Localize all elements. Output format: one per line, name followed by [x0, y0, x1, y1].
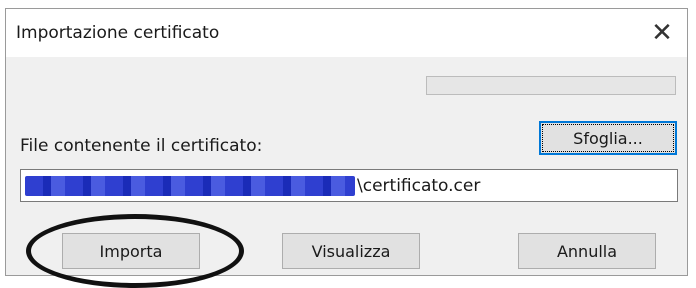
view-button[interactable]: Visualizza	[282, 233, 420, 269]
view-button-label: Visualizza	[311, 241, 391, 261]
title-bar: Importazione certificato ✕	[6, 9, 687, 57]
certificate-path-input[interactable]: \certificato.cer	[20, 169, 678, 202]
redacted-path-segment	[25, 175, 355, 196]
import-button-label: Importa	[99, 241, 163, 261]
dialog-title: Importazione certificato	[16, 23, 220, 43]
browse-button-label: Sfoglia...	[573, 128, 643, 148]
close-button[interactable]: ✕	[641, 13, 683, 53]
cancel-button-label: Annulla	[556, 241, 618, 261]
progress-bar	[426, 76, 676, 95]
import-button[interactable]: Importa	[62, 233, 200, 269]
cancel-button[interactable]: Annulla	[518, 233, 656, 269]
file-label: File contenente il certificato:	[20, 136, 263, 156]
path-text: \certificato.cer	[357, 175, 481, 196]
close-icon: ✕	[651, 18, 673, 48]
browse-button[interactable]: Sfoglia...	[539, 121, 677, 155]
import-certificate-dialog: Importazione certificato ✕ File contenen…	[5, 8, 688, 288]
